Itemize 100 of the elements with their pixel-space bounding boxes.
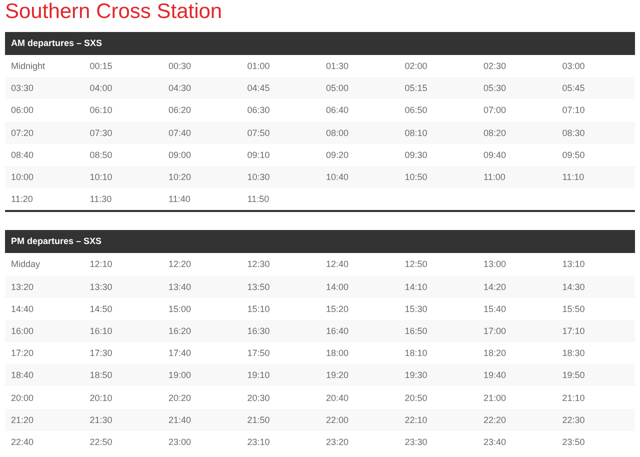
- table-cell-text: 10:00: [10, 172, 35, 182]
- table-cell-text: 16:30: [246, 326, 271, 336]
- table-cell-text: 08:50: [88, 150, 114, 160]
- table-cell-text: 00:30: [168, 61, 192, 72]
- table-cell-text: 18:50: [88, 370, 114, 380]
- table-cell-text: 08:30: [561, 128, 586, 138]
- table-cell-text: 17:50: [246, 348, 271, 358]
- table-cell-text: 14:30: [561, 282, 586, 292]
- table-cell-text: 20:10: [88, 392, 114, 403]
- table-cell-text: 16:10: [88, 326, 114, 336]
- table-cell-text: 20:40: [325, 392, 350, 403]
- table-cell-text: 01:00: [246, 61, 271, 72]
- table-cell-text: 21:30: [88, 414, 114, 425]
- table-cell-text: 00:15: [88, 61, 114, 72]
- table-cell-text: 10:30: [246, 172, 271, 182]
- table-cell-text: 18:40: [10, 370, 35, 380]
- table-cell-text: 05:45: [561, 83, 586, 94]
- table-cell-text: 21:50: [246, 414, 271, 425]
- table-cell-text: 22:10: [404, 414, 428, 425]
- table-cell-text: 13:30: [88, 282, 114, 292]
- table-cell-text: 03:30: [10, 83, 35, 94]
- table-cell-text: 23:00: [168, 436, 192, 447]
- table-cell-text: 13:50: [246, 282, 271, 292]
- table-cell-text: 12:30: [246, 259, 271, 270]
- table-cell-text: 18:30: [561, 348, 586, 358]
- table-cell-text: 02:30: [482, 61, 508, 72]
- table-header: PM departures – SXS: [5, 230, 635, 254]
- table-cell-text: 12:50: [404, 259, 428, 270]
- table-cell-text: 14:40: [10, 304, 35, 314]
- table-cell-text: 11:50: [246, 194, 270, 204]
- table-cell-text: 15:00: [168, 304, 192, 314]
- table-cell-text: 19:00: [168, 370, 192, 380]
- table-cell-text: 19:30: [404, 370, 428, 380]
- table-cell-text: 14:20: [482, 282, 508, 292]
- table-cell-text: 15:30: [404, 304, 428, 314]
- table-cell-text: 23:20: [325, 436, 350, 447]
- table-cell-text: 09:20: [325, 150, 350, 160]
- table-cell-text: 21:00: [482, 392, 508, 403]
- table-cell-text: 23:50: [561, 436, 586, 447]
- table-cell-text: 06:50: [404, 105, 428, 116]
- table-cell-text: 13:40: [168, 282, 192, 292]
- table-cell-text: 08:10: [404, 128, 428, 138]
- table-cell-text: 11:20: [10, 194, 34, 204]
- table-cell-text: 15:50: [561, 304, 586, 314]
- table-cell-text: 09:10: [246, 150, 271, 160]
- table-cell-text: 04:00: [88, 83, 114, 94]
- table-cell-text: 16:50: [404, 326, 428, 336]
- table-cell-text: 02:00: [404, 61, 428, 72]
- table-cell-text: 20:50: [404, 392, 428, 403]
- table-cell-text: 22:50: [88, 436, 114, 447]
- table-cell-text: 21:20: [10, 414, 35, 425]
- table-cell-text: 09:00: [168, 150, 192, 160]
- table-cell-text: 19:10: [246, 370, 271, 380]
- table-cell-text: Midday: [10, 259, 42, 270]
- table-cell-text: 20:30: [246, 392, 271, 403]
- table-cell-text: 21:10: [561, 392, 586, 403]
- table-cell-text: 14:00: [325, 282, 350, 292]
- table-cell-text: 07:10: [561, 105, 586, 116]
- table-cell-text: 18:10: [404, 348, 428, 358]
- table-cell-text: 06:30: [246, 105, 271, 116]
- table-cell-text: 18:20: [482, 348, 508, 358]
- table-cell-text: 20:00: [10, 392, 35, 403]
- table-cell-text: 23:10: [246, 436, 271, 447]
- page-title: Southern Cross Station: [5, 0, 224, 25]
- table-cell-text: 09:40: [482, 150, 508, 160]
- table-cell-text: 23:30: [404, 436, 428, 447]
- table-cell-text: 07:30: [88, 128, 114, 138]
- table-cell-text: 10:40: [325, 172, 350, 182]
- table-cell-text: 17:40: [168, 348, 192, 358]
- table-cell-text: 06:10: [88, 105, 114, 116]
- table-cell-text: 17:30: [88, 348, 114, 358]
- table-cell-text: 19:50: [561, 370, 586, 380]
- table-cell-text: 15:20: [325, 304, 350, 314]
- table-cell-text: 21:40: [168, 414, 192, 425]
- table-cell-text: 15:40: [482, 304, 508, 314]
- table-cell-text: 16:40: [325, 326, 350, 336]
- table-cell-text: 03:00: [561, 61, 586, 72]
- table-cell-text: 13:10: [561, 259, 586, 270]
- table-cell-text: 08:00: [325, 128, 350, 138]
- table-cell-text: 17:20: [10, 348, 35, 358]
- table-cell-text: 09:30: [404, 150, 428, 160]
- table-cell-text: 17:00: [482, 326, 508, 336]
- table-cell-text: 19:40: [482, 370, 508, 380]
- table-cell-text: 10:50: [404, 172, 428, 182]
- table-cell-text: 07:20: [10, 128, 35, 138]
- table-cell-text: 12:20: [168, 259, 192, 270]
- table-cell-text: 22:00: [325, 414, 350, 425]
- table-cell-text: 15:10: [246, 304, 271, 314]
- table-cell-text: 13:20: [10, 282, 35, 292]
- table-cell-text: 05:15: [404, 83, 428, 94]
- table-cell-text: 07:00: [482, 105, 508, 116]
- table-cell-text: 11:10: [561, 172, 586, 182]
- table-cell-text: 11:40: [168, 194, 192, 204]
- table-cell-text: 14:50: [88, 304, 114, 314]
- table-cell-text: 01:30: [325, 61, 350, 72]
- table-cell-text: 11:30: [88, 194, 113, 204]
- table-cell-text: 05:30: [482, 83, 508, 94]
- table-cell-text: 12:10: [88, 259, 114, 270]
- table-cell-text: 10:20: [168, 172, 192, 182]
- table-cell-text: 07:50: [246, 128, 271, 138]
